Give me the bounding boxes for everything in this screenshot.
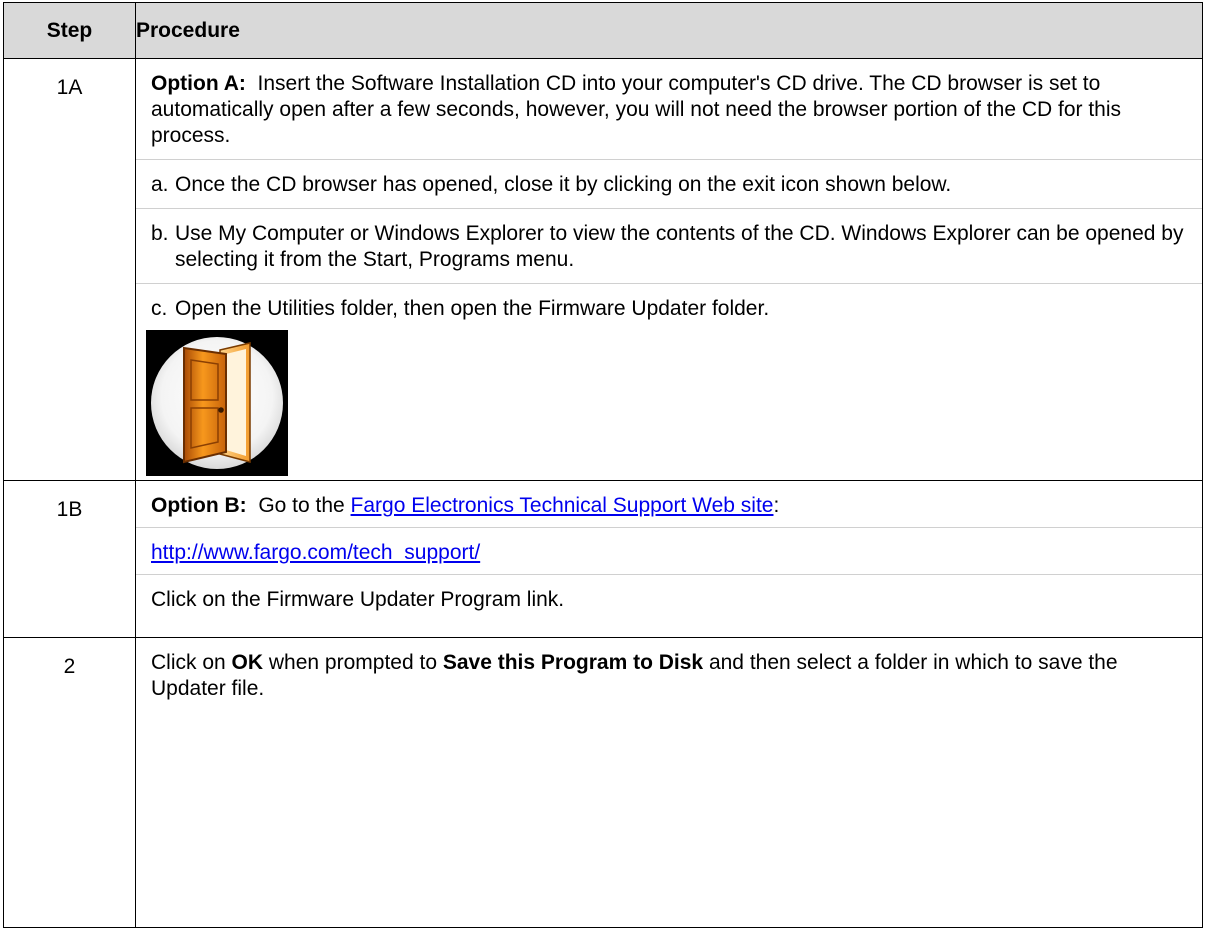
step-number: 1B xyxy=(56,498,83,521)
procedure-cell: Click on OK when prompted to Save this P… xyxy=(135,637,1203,928)
support-url-link[interactable]: http://www.fargo.com/tech_support/ xyxy=(151,541,480,564)
header-procedure: Procedure xyxy=(135,2,1203,59)
procedure-cell: Option A: Insert the Software Installati… xyxy=(135,58,1203,481)
step-2-text: Click on OK when prompted to Save this P… xyxy=(151,651,1118,700)
table-row: 1B Option B: Go to the Fargo Electronics… xyxy=(3,480,1203,638)
list-item: b. Use My Computer or Windows Explorer to… xyxy=(151,222,1184,271)
option-b-paragraph: Option B: Go to the Fargo Electronics Te… xyxy=(151,494,780,517)
header-step: Step xyxy=(3,2,136,59)
step-cell: 1B xyxy=(3,480,136,638)
step-cell: 1A xyxy=(3,58,136,481)
list-item: c. Open the Utilities folder, then open t… xyxy=(151,297,770,320)
list-item: a. Once the CD browser has opened, close … xyxy=(151,173,952,196)
option-a-paragraph: Option A: Insert the Software Installati… xyxy=(151,71,1188,149)
table-row: 2 Click on OK when prompted to Save this… xyxy=(3,637,1203,928)
support-site-link[interactable]: Fargo Electronics Technical Support Web … xyxy=(351,494,774,517)
procedure-cell: Option B: Go to the Fargo Electronics Te… xyxy=(135,480,1203,638)
step-number: 2 xyxy=(63,655,76,678)
option-label: Option A: xyxy=(151,72,246,95)
table-header-row: Step Procedure xyxy=(3,2,1203,59)
procedure-table: Step Procedure 1A Option A: Insert the S… xyxy=(3,2,1203,928)
exit-door-icon xyxy=(146,330,288,476)
instruction-text: Click on the Firmware Updater Program li… xyxy=(151,588,565,611)
option-text: Insert the Software Installation CD into… xyxy=(151,72,1122,147)
table-row: 1A Option A: Insert the Software Install… xyxy=(3,58,1203,481)
step-cell: 2 xyxy=(3,637,136,928)
option-label: Option B: xyxy=(151,494,247,517)
step-number: 1A xyxy=(56,76,83,99)
